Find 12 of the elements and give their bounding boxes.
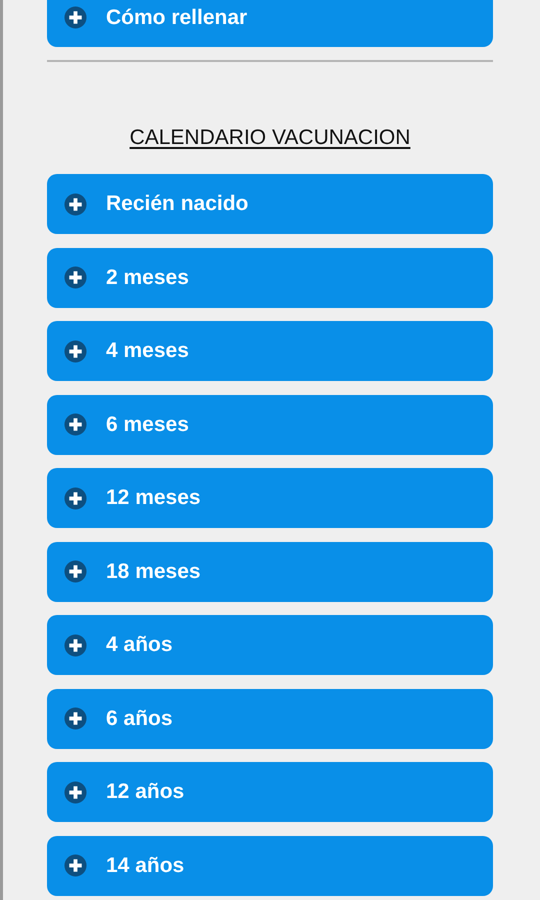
accordion-header[interactable]: 2 meses	[47, 248, 493, 308]
accordion-header[interactable]: 14 años	[47, 836, 493, 896]
section-heading: CALENDARIO VACUNACION	[130, 126, 410, 149]
accordion-header[interactable]: Recién nacido	[47, 174, 493, 234]
accordion-header[interactable]: 12 años	[47, 762, 493, 822]
accordion-header[interactable]: 12 meses	[47, 468, 493, 528]
accordion-header[interactable]: 4 años	[47, 615, 493, 675]
accordion-header[interactable]: 4 meses	[47, 321, 493, 381]
accordion-header[interactable]: 6 meses	[47, 394, 493, 454]
accordion-header[interactable]: 18 meses	[47, 542, 493, 602]
accordion-header[interactable]: Cómo rellenar	[47, 0, 493, 47]
accordion-header[interactable]: 6 años	[47, 688, 493, 748]
